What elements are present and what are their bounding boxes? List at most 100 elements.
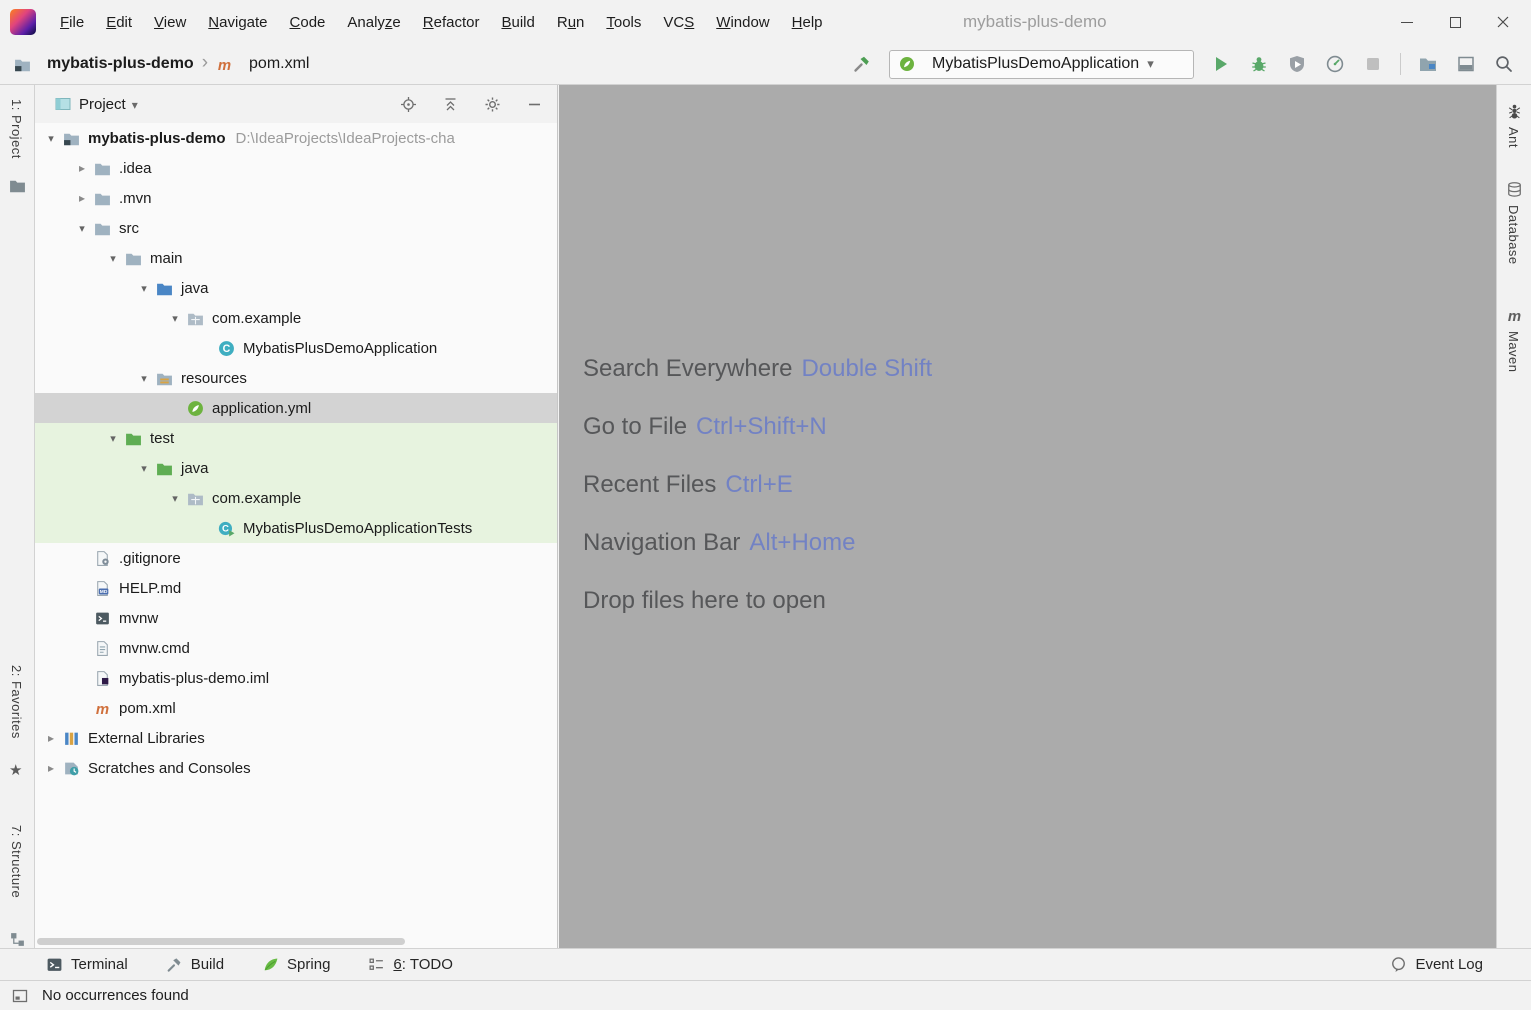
project-folder-icon [63,130,80,147]
menu-vcs[interactable]: VCS [653,9,704,36]
tree-row[interactable]: com.example [35,483,557,513]
chevron-expanded-icon[interactable] [101,432,125,445]
tree-row[interactable]: src [35,213,557,243]
tool-button-spring[interactable]: Spring [262,956,330,973]
folder-icon[interactable] [9,177,26,194]
search-everywhere-icon[interactable] [1493,53,1515,75]
menu-run[interactable]: Run [547,9,595,36]
package-icon [187,310,204,327]
tree-row[interactable]: C MybatisPlusDemoApplicationTests [35,513,557,543]
collapse-all-icon[interactable] [441,95,459,113]
chevron-expanded-icon[interactable] [70,222,94,235]
chevron-collapsed-icon[interactable] [39,761,63,775]
hint-shortcut: Alt+Home [749,529,855,556]
structure-icon[interactable] [9,931,26,948]
menu-tools[interactable]: Tools [596,9,651,36]
editor-area[interactable]: Search EverywhereDouble Shift Go to File… [559,85,1496,948]
tree-row[interactable]: mvnw [35,603,557,633]
run-with-coverage-button[interactable] [1286,53,1308,75]
chevron-down-icon[interactable] [126,96,138,113]
menu-file[interactable]: File [50,9,94,36]
todo-list-icon [368,956,385,973]
chevron-expanded-icon[interactable] [132,462,156,475]
chevron-expanded-icon[interactable] [132,372,156,385]
tool-button-maven[interactable]: Maven [1506,331,1521,373]
project-panel-title[interactable]: Project [79,96,126,113]
chevron-expanded-icon[interactable] [163,492,187,505]
tree-row[interactable]: mybatis-plus-demo D:\IdeaProjects\IdeaPr… [35,123,557,153]
menu-analyze[interactable]: Analyze [337,9,410,36]
tree-row[interactable]: C MybatisPlusDemoApplication [35,333,557,363]
menu-refactor[interactable]: Refactor [413,9,490,36]
tool-button-terminal[interactable]: Terminal [46,956,128,973]
ant-icon[interactable] [1506,103,1523,120]
tree-row[interactable]: com.example [35,303,557,333]
tree-row[interactable]: test [35,423,557,453]
menu-code[interactable]: Code [280,9,336,36]
tree-row[interactable]: .idea [35,153,557,183]
tool-button-event-log[interactable]: Event Log [1390,956,1483,973]
chevron-expanded-icon[interactable] [39,132,63,145]
locate-icon[interactable] [399,95,417,113]
menu-view[interactable]: View [144,9,196,36]
tree-row[interactable]: java [35,273,557,303]
chevron-expanded-icon[interactable] [163,312,187,325]
folder-icon [94,190,111,207]
run-button[interactable] [1210,53,1232,75]
tree-row[interactable]: mybatis-plus-demo.iml [35,663,557,693]
tree-row-selected[interactable]: application.yml [35,393,557,423]
breadcrumb-project[interactable]: mybatis-plus-demo [47,55,194,73]
package-icon [187,490,204,507]
build-hammer-icon[interactable] [851,53,873,75]
tree-row[interactable]: External Libraries [35,723,557,753]
tree-item-path: D:\IdeaProjects\IdeaProjects-cha [236,130,455,147]
favorites-star-icon[interactable] [9,761,26,778]
debug-button[interactable] [1248,53,1270,75]
tool-button-todo[interactable]: 6: TODO [368,956,452,973]
stop-button[interactable] [1362,53,1384,75]
tree-row[interactable]: .mvn [35,183,557,213]
hide-panel-icon[interactable] [525,95,543,113]
profiler-button[interactable] [1324,53,1346,75]
close-button[interactable] [1479,0,1527,44]
restore-layout-icon[interactable] [1455,53,1477,75]
tree-row[interactable]: main [35,243,557,273]
svg-text:MD: MD [100,589,108,595]
tree-row[interactable]: Scratches and Consoles [35,753,557,783]
tool-button-build[interactable]: Build [166,956,224,973]
breadcrumb-file[interactable]: pom.xml [249,55,309,73]
tool-button-database[interactable]: Database [1506,205,1521,265]
tool-button-structure[interactable]: 7: Structure [9,825,24,898]
chevron-collapsed-icon[interactable] [70,161,94,175]
database-icon[interactable] [1506,181,1523,198]
tree-row[interactable]: MD HELP.md [35,573,557,603]
tree-row[interactable]: m pom.xml [35,693,557,723]
chevron-collapsed-icon[interactable] [70,191,94,205]
tree-row[interactable]: java [35,453,557,483]
menu-edit[interactable]: Edit [96,9,142,36]
chevron-expanded-icon[interactable] [132,282,156,295]
menu-navigate[interactable]: Navigate [198,9,277,36]
tool-button-favorites[interactable]: 2: Favorites [9,665,24,739]
menu-window[interactable]: Window [706,9,779,36]
project-structure-icon[interactable] [1417,53,1439,75]
minimize-button[interactable] [1383,0,1431,44]
toolwindow-toggle-icon[interactable] [12,988,28,1004]
horizontal-scrollbar[interactable] [37,938,405,945]
project-tree: mybatis-plus-demo D:\IdeaProjects\IdeaPr… [35,123,557,948]
tool-button-ant[interactable]: Ant [1506,127,1521,148]
maven-icon[interactable]: m [1506,307,1523,324]
menu-help[interactable]: Help [782,9,833,36]
chevron-expanded-icon[interactable] [101,252,125,265]
gear-icon[interactable] [483,95,501,113]
menu-build[interactable]: Build [491,9,544,36]
tree-row[interactable]: mvnw.cmd [35,633,557,663]
tree-item-label: mvnw [119,610,158,627]
tree-row[interactable]: .gitignore [35,543,557,573]
run-configuration-select[interactable]: MybatisPlusDemoApplication [889,50,1194,79]
chevron-collapsed-icon[interactable] [39,731,63,745]
tree-row[interactable]: resources [35,363,557,393]
menu-bar: File Edit View Navigate Code Analyze Ref… [50,9,833,36]
tool-button-project[interactable]: 1: Project [9,99,24,159]
maximize-button[interactable] [1431,0,1479,44]
